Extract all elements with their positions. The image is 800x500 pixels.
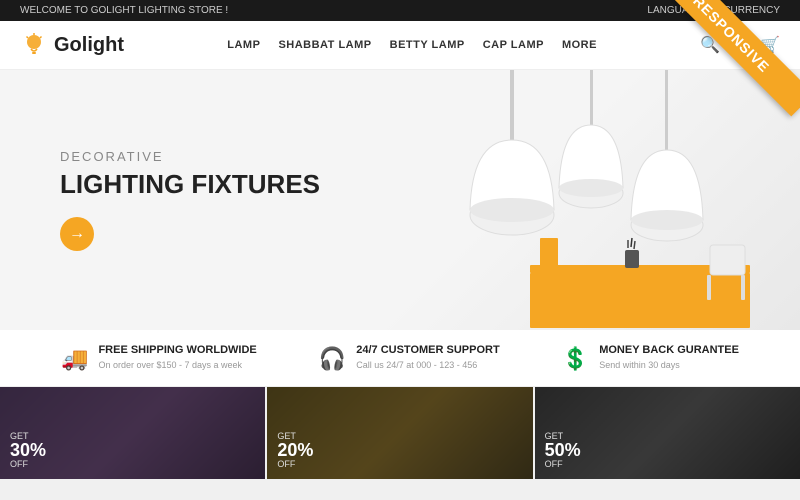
feature-moneyback-desc: Send within 30 days: [599, 359, 739, 372]
product-label-2: GET 20% OFF: [277, 431, 313, 469]
product-discount-3: 50%: [545, 441, 581, 459]
responsive-badge-text: RESPONSIVE: [670, 0, 800, 116]
feature-moneyback: 💲 MONEY BACK GURANTEE Send within 30 day…: [562, 344, 739, 372]
nav-more[interactable]: MORE: [562, 39, 597, 51]
product-label-3: GET 50% OFF: [545, 431, 581, 469]
feature-shipping-title: FREE SHIPPING WORLDWIDE: [98, 344, 256, 356]
welcome-text: WELCOME TO GOLIGHT LIGHTING STORE !: [20, 5, 228, 16]
products-row: GET 30% OFF GET 20% OFF GET 50% OFF: [0, 387, 800, 479]
feature-support-title: 24/7 CUSTOMER SUPPORT: [356, 344, 499, 356]
nav-betty[interactable]: BETTY LAMP: [390, 39, 465, 51]
product-discount-1: 30%: [10, 441, 46, 459]
logo-text: Golight: [54, 34, 124, 57]
feature-moneyback-title: MONEY BACK GURANTEE: [599, 344, 739, 356]
product-card-1[interactable]: GET 30% OFF: [0, 387, 265, 479]
shipping-icon: 🚚: [61, 346, 88, 372]
product-discount-2: 20%: [277, 441, 313, 459]
feature-support-content: 24/7 CUSTOMER SUPPORT Call us 24/7 at 00…: [356, 344, 499, 372]
feature-shipping: 🚚 FREE SHIPPING WORLDWIDE On order over …: [61, 344, 257, 372]
nav-shabbat[interactable]: SHABBAT LAMP: [278, 39, 371, 51]
feature-moneyback-content: MONEY BACK GURANTEE Send within 30 days: [599, 344, 739, 372]
nav-cap[interactable]: CAP LAMP: [483, 39, 544, 51]
product-card-3[interactable]: GET 50% OFF: [535, 387, 800, 479]
product-off-2: OFF: [277, 459, 313, 469]
feature-shipping-content: FREE SHIPPING WORLDWIDE On order over $1…: [98, 344, 256, 372]
feature-support-desc: Call us 24/7 at 000 - 123 - 456: [356, 359, 499, 372]
product-card-2[interactable]: GET 20% OFF: [267, 387, 532, 479]
logo[interactable]: Golight: [20, 31, 124, 59]
hero-subtitle: DECORATIVE: [60, 149, 320, 164]
product-off-3: OFF: [545, 459, 581, 469]
hero-title: LIGHTING FIXTURES: [60, 170, 320, 199]
feature-support: 🎧 24/7 CUSTOMER SUPPORT Call us 24/7 at …: [319, 344, 500, 372]
moneyback-icon: 💲: [562, 346, 589, 372]
responsive-badge: RESPONSIVE: [670, 0, 800, 130]
feature-shipping-desc: On order over $150 - 7 days a week: [98, 359, 256, 372]
main-nav: LAMP SHABBAT LAMP BETTY LAMP CAP LAMP MO…: [227, 39, 597, 51]
support-icon: 🎧: [319, 346, 346, 372]
hero-cta-button[interactable]: →: [60, 217, 94, 251]
product-off-1: OFF: [10, 459, 46, 469]
logo-icon: [20, 31, 48, 59]
features-strip: 🚚 FREE SHIPPING WORLDWIDE On order over …: [0, 330, 800, 387]
product-label-1: GET 30% OFF: [10, 431, 46, 469]
nav-lamp[interactable]: LAMP: [227, 39, 260, 51]
hero-text: DECORATIVE LIGHTING FIXTURES →: [0, 149, 320, 251]
